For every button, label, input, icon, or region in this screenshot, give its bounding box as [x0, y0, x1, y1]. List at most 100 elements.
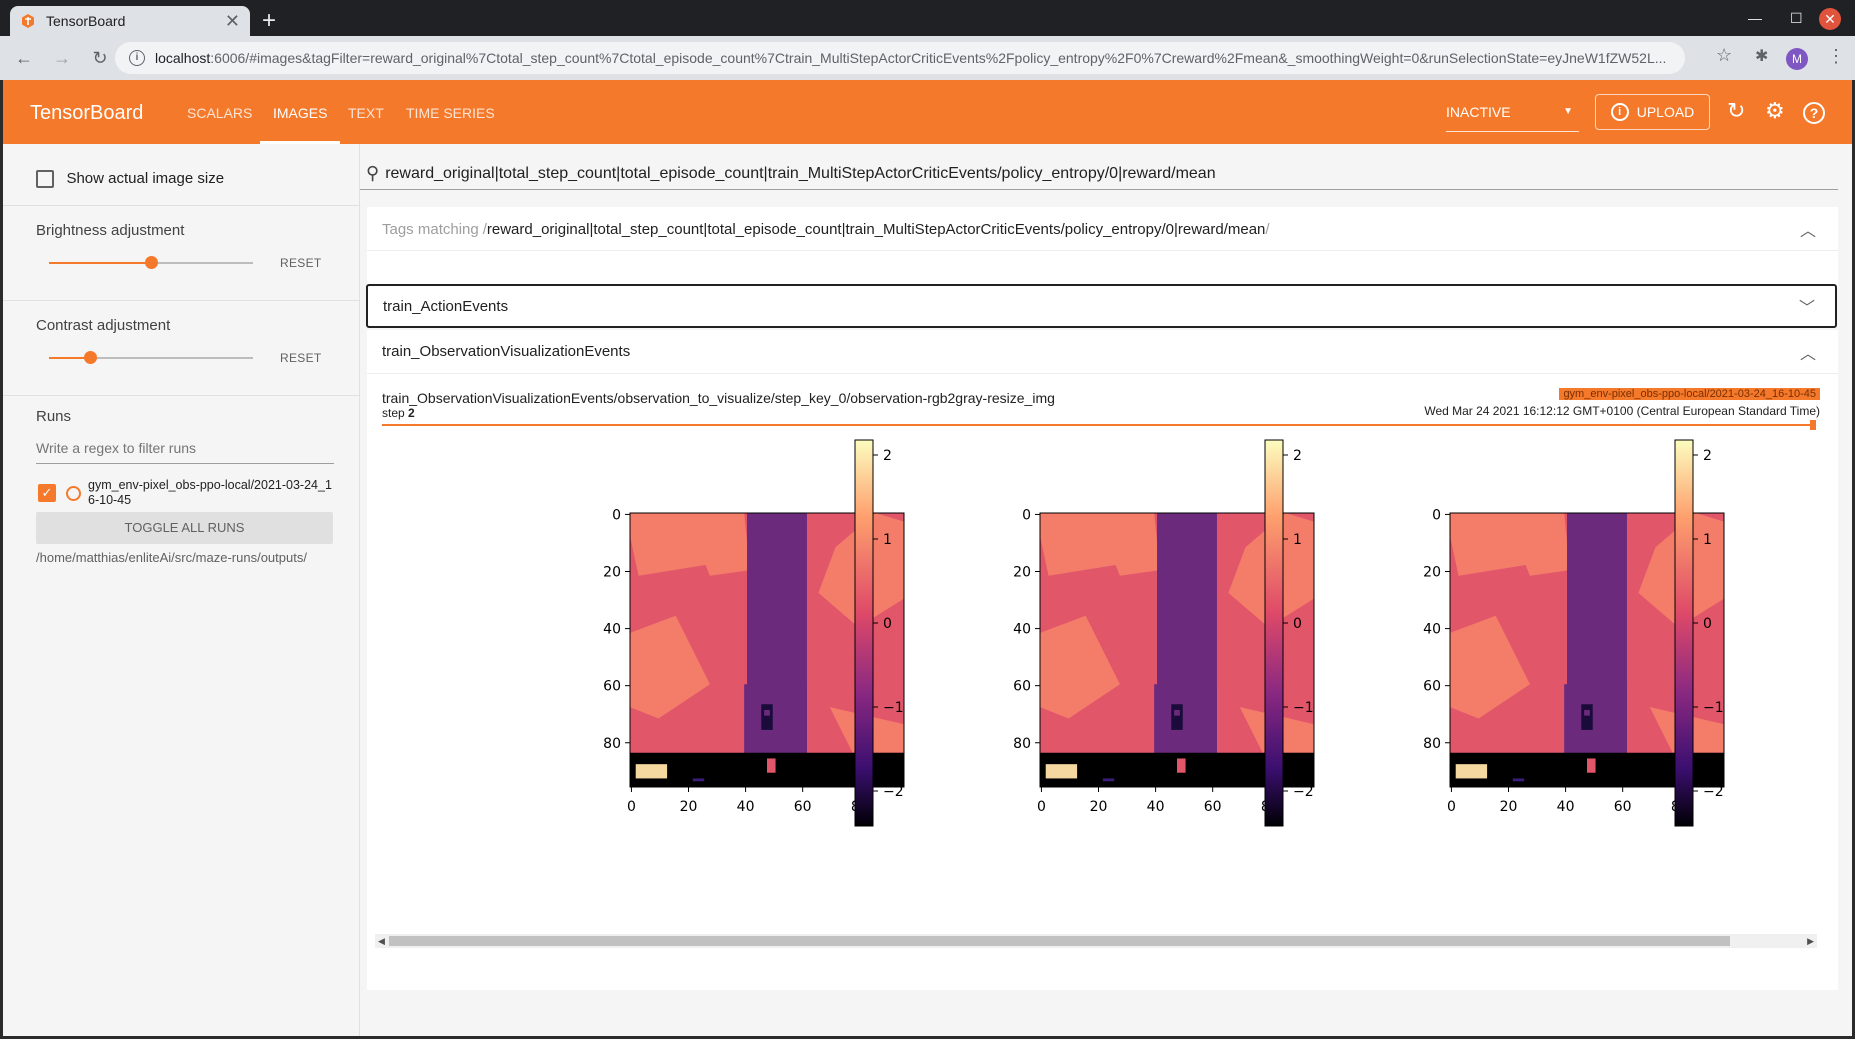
colorbar-tick-label: 1: [883, 532, 892, 548]
colorbar-tick-label: 0: [1703, 616, 1712, 632]
brightness-reset-button[interactable]: RESET: [280, 256, 322, 270]
show-actual-size-label: Show actual image size: [66, 170, 225, 188]
colorbar: [1674, 439, 1694, 827]
horizontal-scrollbar[interactable]: ◀ ▶: [375, 934, 1817, 948]
step-label: step: [382, 406, 405, 420]
step-slider[interactable]: [382, 424, 1814, 426]
brightness-slider[interactable]: [49, 256, 253, 269]
browser-tab[interactable]: TensorBoard ✕: [10, 6, 250, 36]
y-tick-label: 0: [1022, 507, 1031, 523]
colorbar-tick-label: −2: [1293, 784, 1314, 800]
step-value: 2: [408, 406, 415, 420]
observation-plot-3: 020406080020406080210−1−2: [1330, 430, 1750, 850]
tensorboard-favicon-icon: [22, 14, 34, 28]
y-tick-label: 40: [1423, 622, 1441, 638]
y-tick-label: 40: [603, 622, 621, 638]
browser-toolbar: ← → ↻ i localhost :6006/#images&tagFilte…: [0, 36, 1855, 80]
sidebar: Show actual image size Brightness adjust…: [3, 144, 360, 1036]
browser-menu-icon[interactable]: ⋮: [1827, 46, 1845, 67]
brightness-slider-fill: [49, 262, 151, 264]
contrast-slider-thumb[interactable]: [83, 351, 97, 364]
upload-button[interactable]: i UPLOAD: [1595, 94, 1710, 130]
colorbar-tick-label: −2: [1703, 784, 1724, 800]
show-size-section: Show actual image size: [3, 144, 359, 206]
y-tick-label: 80: [1423, 736, 1441, 752]
log-directory: /home/matthias/enliteAi/src/maze-runs/ou…: [36, 550, 307, 565]
x-tick-label: 60: [1614, 799, 1632, 815]
extensions-icon[interactable]: ✱: [1755, 46, 1768, 66]
y-tick-label: 60: [1013, 679, 1031, 695]
close-tab-icon[interactable]: ✕: [225, 11, 240, 32]
x-tick-label: 0: [627, 799, 636, 815]
colorbar-tick-label: 1: [1293, 532, 1302, 548]
site-info-icon[interactable]: i: [129, 50, 145, 66]
image-timestamp: Wed Mar 24 2021 16:12:12 GMT+0100 (Centr…: [1424, 404, 1820, 418]
scroll-left-icon[interactable]: ◀: [378, 934, 385, 948]
heatmap-svg: 020406080020406080210−1−2: [603, 439, 905, 827]
contrast-slider[interactable]: [49, 351, 253, 364]
y-tick-label: 60: [1423, 679, 1441, 695]
help-icon[interactable]: ?: [1803, 102, 1825, 124]
url-host: localhost: [155, 50, 211, 66]
tab-time-series[interactable]: TIME SERIES: [406, 105, 495, 121]
contrast-reset-button[interactable]: RESET: [280, 351, 322, 365]
brightness-label: Brightness adjustment: [36, 222, 185, 239]
reload-status-select[interactable]: INACTIVE ▼: [1446, 104, 1579, 132]
runs-filter-input[interactable]: Write a regex to filter runs: [36, 440, 334, 464]
colorbar-tick-label: 0: [1293, 616, 1302, 632]
scrollbar-thumb[interactable]: [389, 936, 1730, 946]
new-tab-icon[interactable]: +: [262, 8, 276, 34]
info-icon: i: [1610, 103, 1629, 121]
settings-gear-icon[interactable]: ⚙: [1765, 98, 1785, 124]
tensorboard-header: TensorBoard SCALARS IMAGES TEXT TIME SER…: [3, 80, 1852, 144]
refresh-icon[interactable]: ↻: [1727, 98, 1745, 124]
y-tick-label: 80: [1013, 736, 1031, 752]
main-content: ⚲ reward_original|total_step_count|total…: [360, 144, 1852, 1036]
run-color-picker[interactable]: [66, 486, 81, 501]
image-card: train_ObservationVisualizationEvents/obs…: [360, 144, 1852, 1036]
run-checkbox[interactable]: ✓: [38, 484, 56, 502]
y-tick-label: 20: [1013, 565, 1031, 581]
colorbar-tick-label: −1: [883, 700, 904, 716]
window-close-icon[interactable]: ✕: [1819, 8, 1841, 30]
heatmap-svg: 020406080020406080210−1−2: [1423, 439, 1725, 827]
tab-images[interactable]: IMAGES: [273, 105, 327, 121]
upload-label: UPLOAD: [1636, 104, 1695, 120]
brand-title: TensorBoard: [30, 102, 144, 124]
browser-chrome: TensorBoard ✕ + — ☐ ✕ ← → ↻ i localhost …: [0, 0, 1855, 80]
colorbar-tick-label: −1: [1293, 700, 1314, 716]
run-badge: gym_env-pixel_obs-ppo-local/2021-03-24_1…: [1559, 388, 1820, 400]
contrast-label: Contrast adjustment: [36, 317, 171, 334]
y-tick-label: 0: [1432, 507, 1441, 523]
brightness-slider-thumb[interactable]: [145, 256, 158, 269]
tab-scalars[interactable]: SCALARS: [187, 105, 252, 121]
x-tick-label: 20: [1500, 799, 1518, 815]
bookmark-star-icon[interactable]: ☆: [1716, 45, 1732, 66]
page-body: Show actual image size Brightness adjust…: [3, 144, 1852, 1036]
profile-avatar[interactable]: M: [1786, 48, 1808, 70]
runs-title: Runs: [36, 408, 72, 425]
address-bar[interactable]: i localhost :6006/#images&tagFilter=rewa…: [115, 42, 1685, 74]
tab-title: TensorBoard: [46, 13, 126, 29]
maximize-icon[interactable]: ☐: [1790, 10, 1803, 27]
observation-plot-2: 020406080020406080210−1−2: [920, 430, 1340, 850]
contrast-section: Contrast adjustment RESET: [3, 301, 359, 396]
observation-plot-1: 020406080020406080210−1−2: [510, 430, 930, 850]
scroll-right-icon[interactable]: ▶: [1807, 934, 1814, 948]
y-tick-label: 60: [603, 679, 621, 695]
tab-text[interactable]: TEXT: [348, 105, 384, 121]
toggle-all-runs-button[interactable]: TOGGLE ALL RUNS: [36, 512, 333, 544]
reload-icon[interactable]: ↻: [86, 48, 114, 69]
forward-icon[interactable]: →: [48, 48, 76, 69]
step-slider-thumb[interactable]: [1810, 420, 1816, 430]
show-actual-size-checkbox[interactable]: [36, 170, 54, 188]
url-path: :6006/#images&tagFilter=reward_original%…: [210, 50, 1667, 66]
minimize-icon[interactable]: —: [1748, 10, 1762, 26]
x-tick-label: 0: [1037, 799, 1046, 815]
image-tag-title: train_ObservationVisualizationEvents/obs…: [382, 390, 1055, 406]
back-icon[interactable]: ←: [10, 48, 38, 69]
x-tick-label: 40: [1147, 799, 1165, 815]
colorbar-tick-label: −1: [1703, 700, 1724, 716]
brightness-section: Brightness adjustment RESET: [3, 206, 359, 301]
colorbar-tick-label: 2: [1293, 448, 1302, 464]
